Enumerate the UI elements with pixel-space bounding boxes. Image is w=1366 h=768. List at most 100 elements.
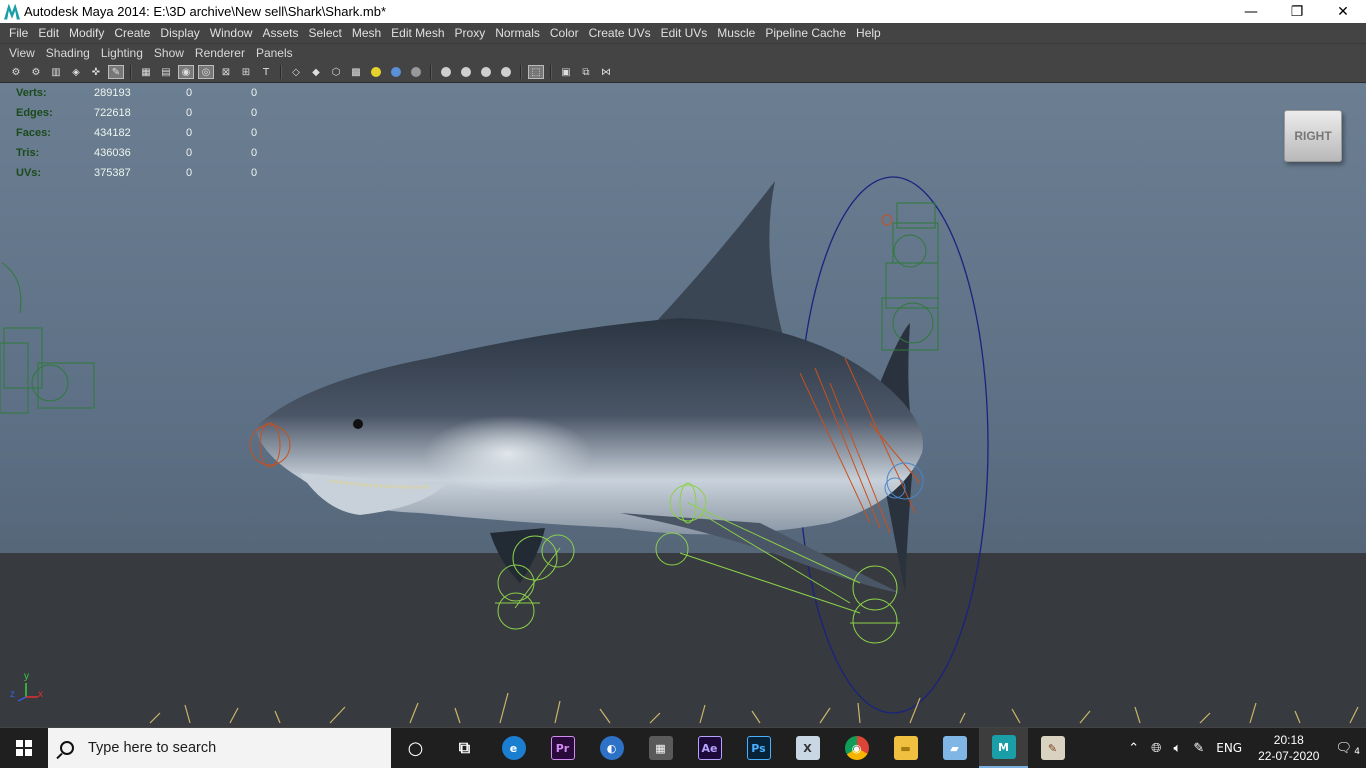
toolbar-separator — [550, 65, 552, 79]
motion-blur-icon[interactable] — [438, 65, 454, 79]
chrome-button[interactable]: ◉ — [832, 728, 881, 768]
app-blender-button[interactable]: ◐ — [587, 728, 636, 768]
premiere-icon: Pr — [550, 736, 575, 760]
wireframe-on-shaded-icon[interactable]: ⬡ — [328, 65, 344, 79]
2d-pan-zoom-icon[interactable]: ✜ — [88, 65, 104, 79]
smooth-shade-icon[interactable]: ◆ — [308, 65, 324, 79]
panel-toolbar: ⚙ ⚙ ▥ ◈ ✜ ✎ ▦ ▤ ◉ ◎ ⊠ ⊞ T ◇ ◆ ⬡ ▩ ⬚ ▣ ⧉ … — [0, 62, 1366, 83]
panel-menu-show[interactable]: Show — [149, 46, 190, 60]
panel-menu-panels[interactable]: Panels — [251, 46, 299, 60]
task-view-button[interactable]: ⧉ — [440, 728, 489, 768]
panel-menu-shading[interactable]: Shading — [41, 46, 96, 60]
menu-proxy[interactable]: Proxy — [450, 26, 491, 40]
minimize-button[interactable]: — — [1228, 0, 1274, 23]
app-x-button[interactable]: X — [783, 728, 832, 768]
pen-icon[interactable]: ✎ — [1187, 741, 1210, 756]
use-all-lights-icon[interactable] — [368, 65, 384, 79]
textured-icon[interactable]: ▩ — [348, 65, 364, 79]
notification-icon[interactable]: 🗨︎ 4 — [1329, 741, 1366, 757]
menu-pipeline-cache[interactable]: Pipeline Cache — [760, 26, 851, 40]
chevron-up-icon[interactable]: ⌃ — [1122, 741, 1145, 756]
edge-button[interactable]: e — [489, 728, 538, 768]
cortana-button[interactable]: ○ — [391, 728, 440, 768]
panel-menu-view[interactable]: View — [4, 46, 41, 60]
depth-of-field-icon[interactable] — [478, 65, 494, 79]
restore-button[interactable]: ❐ — [1274, 0, 1320, 23]
taskbar-search[interactable]: Type here to search — [48, 728, 391, 768]
isolate-select-icon[interactable]: ⬚ — [528, 65, 544, 79]
hud-value: 0 — [185, 127, 193, 139]
menu-edit[interactable]: Edit — [33, 26, 64, 40]
bookmark-icon[interactable]: ▥ — [48, 65, 64, 79]
hud-value: 0 — [250, 87, 258, 99]
screen-space-ao-icon[interactable] — [408, 65, 424, 79]
premiere-button[interactable]: Pr — [538, 728, 587, 768]
hud-label: Faces: — [16, 127, 51, 139]
hud-row-tris: Tris: 436036 0 0 — [16, 143, 284, 163]
file-explorer-button[interactable]: ▬ — [881, 728, 930, 768]
photoshop-button[interactable]: Ps — [734, 728, 783, 768]
safe-title-icon[interactable]: T — [258, 65, 274, 79]
menu-create[interactable]: Create — [109, 26, 155, 40]
menu-modify[interactable]: Modify — [64, 26, 109, 40]
film-gate-icon[interactable]: ▤ — [158, 65, 174, 79]
panel-menu-lighting[interactable]: Lighting — [96, 46, 149, 60]
calendar-app-button[interactable]: ▦ — [636, 728, 685, 768]
grease-pencil-icon[interactable]: ✎ — [108, 65, 124, 79]
toolbar-separator — [520, 65, 522, 79]
menu-display[interactable]: Display — [155, 26, 204, 40]
app-x-icon: X — [795, 736, 820, 760]
paint-button[interactable]: ✎ — [1028, 728, 1077, 768]
app-blue-button[interactable]: ▰ — [930, 728, 979, 768]
share-icon[interactable]: ⋈ — [598, 65, 614, 79]
toolbar-separator — [430, 65, 432, 79]
perspective-viewport[interactable]: Verts: 289193 0 0 Edges: 722618 0 0 Face… — [0, 83, 1366, 727]
hud-value: 434182 — [94, 127, 131, 139]
select-camera-icon[interactable]: ⚙ — [8, 65, 24, 79]
shadows-icon[interactable] — [388, 65, 404, 79]
network-icon[interactable]: 🌐︎ — [1145, 741, 1167, 756]
menu-normals[interactable]: Normals — [490, 26, 545, 40]
xray-icon[interactable] — [498, 65, 514, 79]
view-cube[interactable]: RIGHT — [1284, 110, 1342, 162]
menu-help[interactable]: Help — [851, 26, 886, 40]
menu-select[interactable]: Select — [303, 26, 346, 40]
menu-create-uvs[interactable]: Create UVs — [584, 26, 656, 40]
menu-file[interactable]: File — [4, 26, 33, 40]
hud-value: 722618 — [94, 107, 131, 119]
xray-active-icon[interactable]: ⧉ — [578, 65, 594, 79]
resolution-gate-icon[interactable]: ◉ — [178, 65, 194, 79]
hud-row-uvs: UVs: 375387 0 0 — [16, 163, 284, 183]
menu-edit-mesh[interactable]: Edit Mesh — [386, 26, 449, 40]
field-chart-icon[interactable]: ⊠ — [218, 65, 234, 79]
menu-muscle[interactable]: Muscle — [712, 26, 760, 40]
poly-count-hud: Verts: 289193 0 0 Edges: 722618 0 0 Face… — [16, 83, 284, 183]
grid-icon[interactable]: ▦ — [138, 65, 154, 79]
search-icon — [60, 741, 74, 755]
close-button[interactable]: ✕ — [1320, 0, 1366, 23]
tail-rig-boxes — [881, 202, 939, 351]
safe-action-icon[interactable]: ⊞ — [238, 65, 254, 79]
menu-color[interactable]: Color — [545, 26, 584, 40]
image-plane-icon[interactable]: ◈ — [68, 65, 84, 79]
anti-aliasing-icon[interactable] — [458, 65, 474, 79]
search-placeholder: Type here to search — [88, 740, 217, 756]
wireframe-icon[interactable]: ◇ — [288, 65, 304, 79]
menu-mesh[interactable]: Mesh — [347, 26, 386, 40]
menu-edit-uvs[interactable]: Edit UVs — [656, 26, 713, 40]
hud-value: 0 — [185, 107, 193, 119]
calendar-app-icon: ▦ — [648, 736, 673, 760]
clock[interactable]: 20:18 22-07-2020 — [1248, 732, 1329, 764]
panel-menu-renderer[interactable]: Renderer — [190, 46, 251, 60]
gate-mask-icon[interactable]: ◎ — [198, 65, 214, 79]
language-indicator[interactable]: ENG — [1210, 741, 1248, 755]
volume-icon[interactable]: 🔈︎ — [1168, 741, 1188, 756]
xray-joints-icon[interactable]: ▣ — [558, 65, 574, 79]
start-button[interactable] — [0, 728, 48, 768]
system-tray: ⌃ 🌐︎ 🔈︎ ✎ ENG 20:18 22-07-2020 🗨︎ 4 — [1122, 728, 1366, 768]
after-effects-button[interactable]: Ae — [685, 728, 734, 768]
menu-assets[interactable]: Assets — [257, 26, 303, 40]
menu-window[interactable]: Window — [205, 26, 258, 40]
camera-attributes-icon[interactable]: ⚙ — [28, 65, 44, 79]
maya-taskbar-button[interactable]: M — [979, 728, 1028, 768]
